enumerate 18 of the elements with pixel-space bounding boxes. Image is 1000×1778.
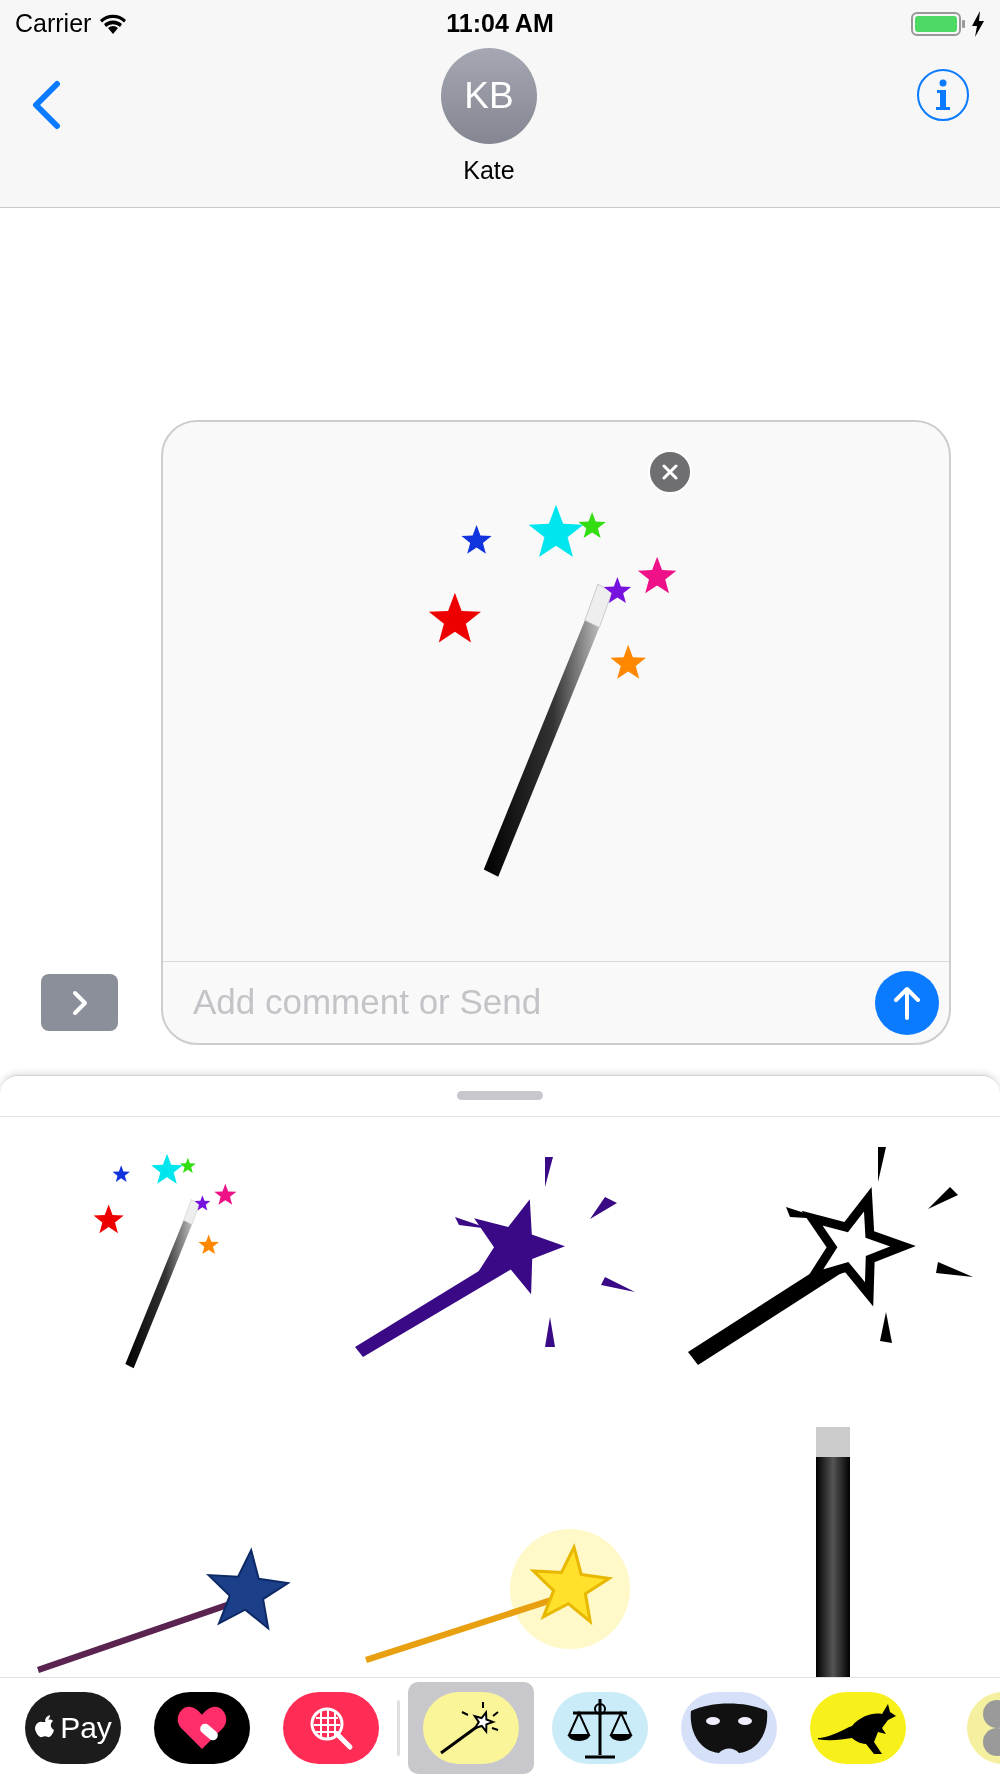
app-slot[interactable] [408, 1681, 534, 1774]
battery-icon [911, 11, 967, 37]
charging-bolt-icon [971, 11, 985, 37]
status-time: 11:04 AM [446, 8, 554, 40]
expand-button[interactable] [41, 974, 118, 1031]
contact-name: Kate [463, 155, 515, 186]
apple-pay-app-icon[interactable]: Pay [25, 1691, 121, 1764]
carrier-label: Carrier [15, 8, 92, 40]
close-icon [662, 464, 678, 480]
pay-label: Pay [60, 1710, 112, 1747]
wifi-icon [99, 13, 128, 35]
back-icon[interactable] [30, 80, 62, 130]
drawer-handle[interactable] [457, 1091, 543, 1101]
remove-sticker-button[interactable] [648, 450, 692, 494]
info-icon[interactable] [916, 68, 970, 122]
chevron-right-icon [70, 988, 89, 1017]
app-slot[interactable]: Pay [10, 1681, 136, 1774]
up-arrow-icon [892, 984, 922, 1021]
